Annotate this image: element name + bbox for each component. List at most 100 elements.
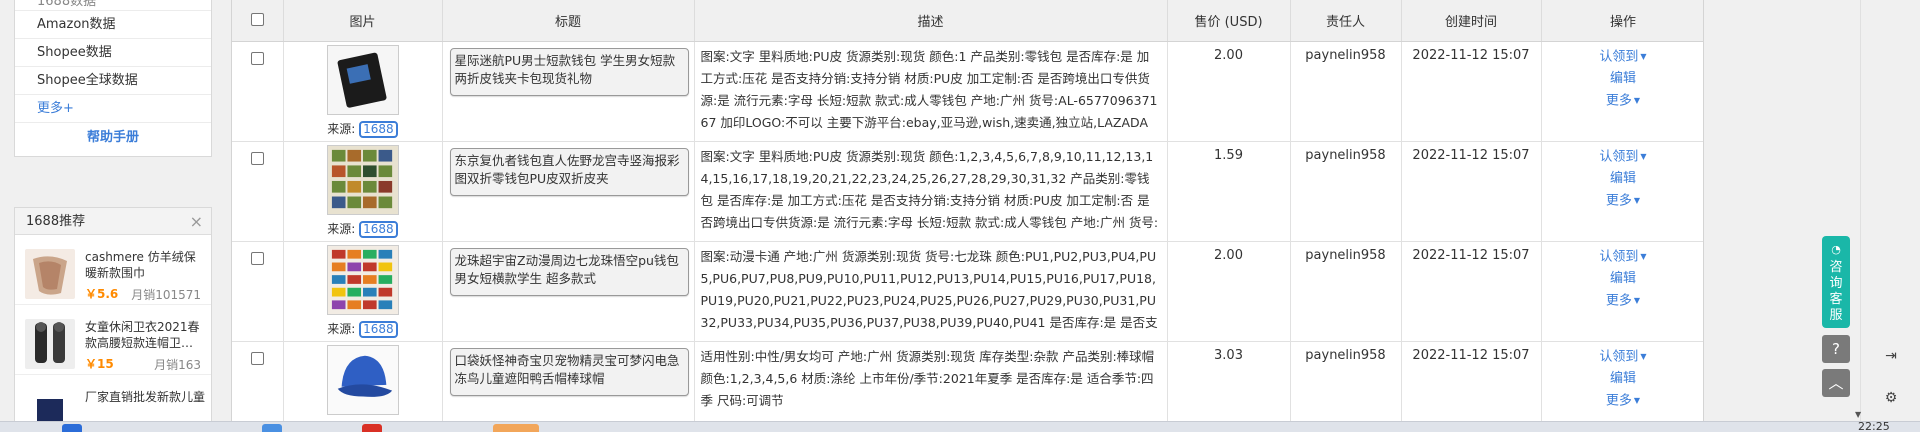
- table-header-row: 图片 标题 描述 售价 (USD) 责任人 创建时间 操作: [232, 0, 1703, 42]
- table-row: 来源: 1688 龙珠超宇宙Z动漫周边七龙珠悟空pu钱包男女短横款学生 超多款式…: [232, 241, 1704, 342]
- product-owner: paynelin958: [1290, 141, 1402, 242]
- question-icon[interactable]: ?: [1822, 335, 1850, 363]
- select-all-checkbox[interactable]: [250, 12, 264, 26]
- caret-down-icon: ▼: [1640, 251, 1647, 261]
- more-label: 更多: [1605, 193, 1632, 209]
- claim-to-dropdown[interactable]: 认领到 ▼: [1542, 46, 1704, 69]
- row-checkbox[interactable]: [250, 151, 264, 165]
- recommend-item-title: 厂家直销批发新款儿童: [85, 390, 206, 404]
- header-price[interactable]: 售价 (USD): [1167, 0, 1291, 42]
- product-price: 2.00: [1167, 41, 1291, 142]
- claim-to-dropdown[interactable]: 认领到 ▼: [1542, 146, 1704, 169]
- source-label: 来源:: [327, 221, 356, 236]
- source-link[interactable]: 1688: [359, 220, 398, 238]
- row-checkbox[interactable]: [250, 51, 264, 65]
- product-image: [25, 319, 75, 369]
- recommend-item-sales: 月销101571: [131, 288, 201, 302]
- recommend-item-price: ￥5.6: [85, 287, 119, 301]
- row-checkbox[interactable]: [250, 251, 264, 265]
- chat-icon: ◔: [1831, 243, 1841, 256]
- product-thumbnail[interactable]: [326, 144, 399, 215]
- recommend-item-sales: 月销163: [154, 358, 201, 372]
- product-thumbnail[interactable]: [326, 44, 399, 115]
- row-title-cell: 口袋妖怪神奇宝贝宠物精灵宝可梦闪电急冻鸟儿童遮阳鸭舌帽棒球帽: [442, 341, 695, 431]
- source-label: 来源:: [327, 121, 356, 136]
- gear-icon[interactable]: ⚙: [1883, 390, 1899, 406]
- claim-to-dropdown[interactable]: 认领到 ▼: [1542, 246, 1704, 269]
- more-dropdown[interactable]: 更多 ▼: [1542, 90, 1704, 113]
- row-check-cell: [232, 241, 284, 342]
- edit-link[interactable]: 编辑: [1542, 68, 1704, 90]
- row-check-cell: [232, 341, 284, 431]
- source-link[interactable]: 1688: [359, 120, 398, 138]
- product-thumbnail[interactable]: [326, 344, 399, 415]
- claim-label: 认领到: [1599, 49, 1639, 64]
- more-label: 更多: [1605, 93, 1632, 109]
- app-icon[interactable]: [262, 424, 282, 432]
- sidebar-item-shopee-global[interactable]: Shopee全球数据: [15, 67, 211, 95]
- source-line: 来源: 1688: [284, 220, 442, 238]
- product-desc: 图案:文字 里料质地:PU皮 货源类别:现货 颜色:1,2,3,4,5,6,7,…: [700, 148, 1159, 238]
- row-title-cell: 星际迷航PU男士短款钱包 学生男女短款两折皮钱夹卡包现货礼物: [442, 41, 695, 142]
- product-price: 2.00: [1167, 241, 1291, 342]
- sidebar-more-link[interactable]: 更多+: [15, 95, 211, 123]
- help-manual-link[interactable]: 帮助手册: [15, 123, 211, 153]
- product-created: 2022-11-12 15:07: [1401, 41, 1542, 142]
- more-dropdown[interactable]: 更多 ▼: [1542, 290, 1704, 313]
- consult-label: 咨询客服: [1829, 260, 1843, 323]
- claim-to-dropdown[interactable]: 认领到 ▼: [1542, 346, 1704, 369]
- row-ops-cell: 认领到 ▼ 编辑 更多 ▼: [1541, 41, 1704, 142]
- active-app-icon[interactable]: [493, 424, 539, 432]
- edit-link[interactable]: 编辑: [1542, 368, 1704, 390]
- caret-down-icon: ▼: [1640, 151, 1647, 161]
- product-owner: paynelin958: [1290, 41, 1402, 142]
- row-desc-cell: 图案:动漫卡通 产地:广州 货源类别:现货 货号:七龙珠 颜色:PU1,PU2,…: [694, 241, 1168, 342]
- header-desc: 描述: [694, 0, 1168, 42]
- recommend-item[interactable]: 女童休闲卫衣2021春款高腰短款连帽卫… ￥15 月销163: [15, 305, 211, 375]
- source-label: 来源:: [327, 321, 356, 336]
- sidebar-item-amazon[interactable]: Amazon数据: [15, 11, 211, 39]
- edit-link[interactable]: 编辑: [1542, 268, 1704, 290]
- product-title[interactable]: 口袋妖怪神奇宝贝宠物精灵宝可梦闪电急冻鸟儿童遮阳鸭舌帽棒球帽: [449, 347, 689, 396]
- product-thumbnail[interactable]: [326, 244, 399, 315]
- product-owner: paynelin958: [1290, 241, 1402, 342]
- more-label: 更多: [1605, 293, 1632, 309]
- header-created[interactable]: 创建时间: [1401, 0, 1542, 42]
- recommend-item-title: cashmere 仿羊绒保暖新款围巾: [85, 250, 196, 280]
- row-title-cell: 东京复仇者钱包直人佐野龙宫寺竖海报彩图双折零钱包PU皮双折皮夹: [442, 141, 695, 242]
- scroll-down-arrow-icon[interactable]: ▼: [1855, 410, 1861, 419]
- app-icon[interactable]: [362, 424, 382, 432]
- header-ops: 操作: [1541, 0, 1703, 42]
- recommend-header: 1688推荐 ×: [15, 208, 211, 235]
- source-line: 来源: 1688: [284, 120, 442, 138]
- product-price: 1.59: [1167, 141, 1291, 242]
- recommend-item[interactable]: cashmere 仿羊绒保暖新款围巾 ￥5.6 月销101571: [15, 235, 211, 305]
- edit-link[interactable]: 编辑: [1542, 168, 1704, 190]
- sidebar-menu: 1688数据 Amazon数据 Shopee数据 Shopee全球数据 更多+ …: [14, 0, 212, 157]
- table-row: 来源: 1688 东京复仇者钱包直人佐野龙宫寺竖海报彩图双折零钱包PU皮双折皮夹…: [232, 141, 1704, 242]
- claim-label: 认领到: [1599, 249, 1639, 264]
- row-check-cell: [232, 41, 284, 142]
- arrow-up-icon[interactable]: ︿: [1822, 369, 1850, 397]
- recommend-item-price: ￥15: [85, 357, 114, 371]
- close-icon[interactable]: ×: [190, 208, 203, 235]
- product-title[interactable]: 龙珠超宇宙Z动漫周边七龙珠悟空pu钱包男女短横款学生 超多款式: [449, 247, 689, 296]
- consult-service-button[interactable]: ◔ 咨询客服: [1822, 236, 1850, 328]
- source-link[interactable]: 1688: [359, 320, 398, 338]
- product-title[interactable]: 星际迷航PU男士短款钱包 学生男女短款两折皮钱夹卡包现货礼物: [449, 47, 689, 96]
- recommend-title: 1688推荐: [26, 214, 86, 229]
- product-title[interactable]: 东京复仇者钱包直人佐野龙宫寺竖海报彩图双折零钱包PU皮双折皮夹: [449, 147, 689, 196]
- header-image: 图片: [283, 0, 443, 42]
- windows-icon[interactable]: [62, 424, 82, 432]
- header-owner: 责任人: [1290, 0, 1402, 42]
- sidebar-item-1688[interactable]: 1688数据: [15, 0, 211, 11]
- more-dropdown[interactable]: 更多 ▼: [1542, 390, 1704, 413]
- more-dropdown[interactable]: 更多 ▼: [1542, 190, 1704, 213]
- caret-down-icon: ▼: [1633, 196, 1641, 205]
- header-title: 标题: [442, 0, 695, 42]
- source-line: 来源: 1688: [284, 320, 442, 338]
- row-checkbox[interactable]: [250, 351, 264, 365]
- sidebar-item-shopee[interactable]: Shopee数据: [15, 39, 211, 67]
- sidebar-toggle-icon[interactable]: ⇥: [1883, 348, 1899, 364]
- row-image-cell: 来源: 1688: [283, 41, 443, 142]
